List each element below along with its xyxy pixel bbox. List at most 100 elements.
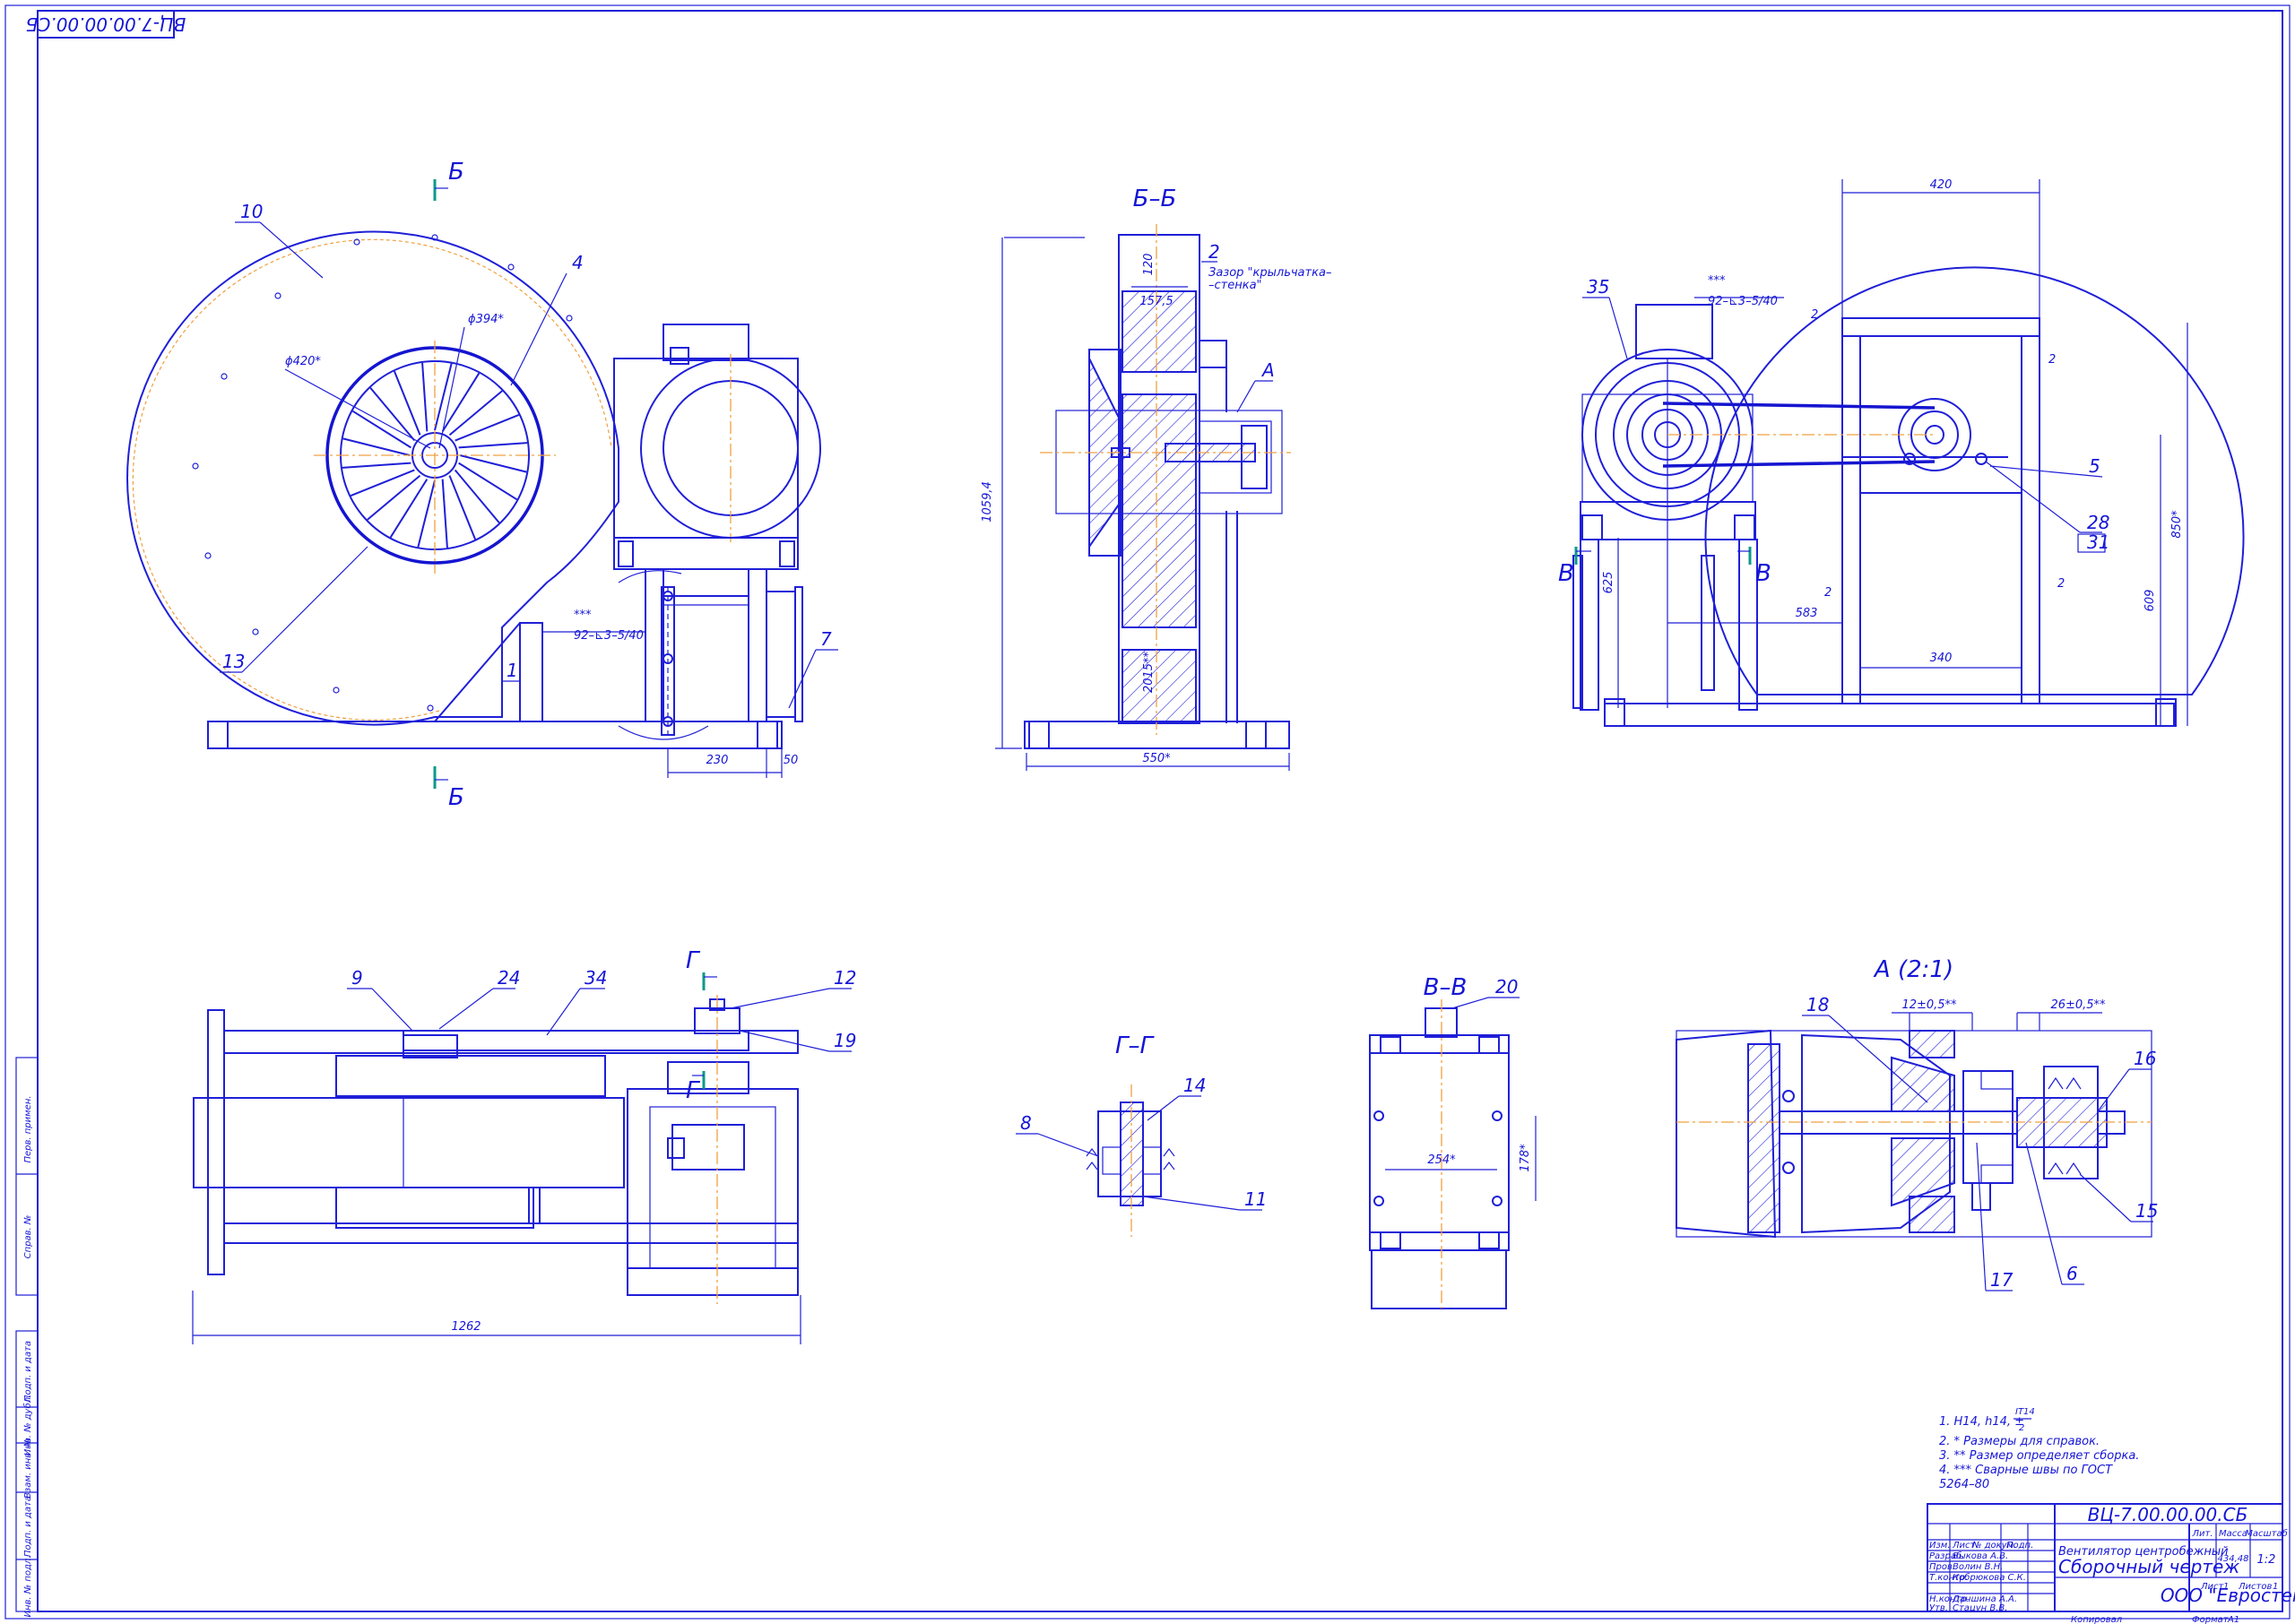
hdr-lit: Лит. (2191, 1529, 2213, 1539)
sheet-no: 1 (2223, 1582, 2229, 1592)
callout-24: 24 (498, 967, 520, 989)
dim-1262: 1262 (451, 1320, 481, 1334)
cut-g-bottom: Г (686, 1077, 701, 1104)
margin-stamp-2: Справ. № (23, 1215, 33, 1259)
note-2: 2. * Размеры для справок. (1939, 1435, 2100, 1448)
dim-157: 157,5 (1139, 295, 1173, 308)
margin-stamp-7: Инв. № подл. (23, 1556, 33, 1618)
impeller-blade (458, 442, 528, 449)
margin-stamp-1: Перв. примен. (23, 1095, 33, 1162)
impeller-blade (369, 387, 416, 442)
callout-12: 12 (834, 967, 856, 989)
dim-12: 12±0,5** (1901, 998, 1957, 1012)
callout-18: 18 (1806, 994, 1829, 1015)
weld-spec-front: 92–⊾3–5/40 (574, 629, 644, 643)
callout-2-bb: 2 (1208, 241, 1220, 263)
dim-625: 625 (1602, 572, 1615, 594)
callout-20: 20 (1495, 976, 1518, 998)
weld-stars-front: *** (574, 609, 592, 622)
dim-phi420: ϕ420* (285, 355, 321, 368)
impeller-blade (448, 390, 503, 436)
impeller-blade (350, 469, 415, 497)
dim-550: 550* (1142, 752, 1171, 765)
front-view: 10 4 13 7 1 ϕ420* ϕ394* *** 92–⊾3–5/40 2… (126, 159, 838, 811)
callout-17: 17 (1990, 1269, 2014, 1291)
title-name-2: Сборочный чертеж (2058, 1556, 2239, 1577)
dim-850: 850* (2170, 510, 2184, 539)
note-3: 3. ** Размер определяет сборка. (1939, 1449, 2139, 1463)
section-vv-title: В–В (1424, 974, 1468, 1001)
section-gg-title: Г–Г (1115, 1032, 1155, 1059)
gap-note-1: Зазор "крыльчатка– (1208, 266, 1331, 280)
weld-stars-side: *** (1708, 274, 1726, 288)
dim-420-side: 420 (1930, 178, 1953, 192)
title-code: ВЦ-7.00.00.00.СБ (2088, 1504, 2248, 1525)
detail-a-title: А (2:1) (1873, 956, 1953, 983)
impeller-blade (448, 475, 477, 540)
tb-row3-name: Кобрюкова С.К. (1953, 1572, 2026, 1583)
dim-178: 178* (1519, 1144, 1532, 1172)
callout-10: 10 (240, 201, 263, 222)
mass-value: 434,48 (2218, 1554, 2249, 1564)
callout-34: 34 (585, 967, 607, 989)
margin-stamp-3: Подп. и дата (23, 1341, 33, 1402)
impeller-blade (393, 370, 421, 436)
dim-609: 609 (2143, 590, 2157, 612)
title-block: ВЦ-7.00.00.00.СБ Вентилятор центробежный… (1927, 1503, 2295, 1624)
weld-mark-2: 2 (2048, 353, 2056, 367)
cut-v-right: В (1755, 560, 1771, 587)
dim-120: 120 (1142, 254, 1156, 276)
top-view: 1262 9 24 34 12 19 Г Г (192, 947, 856, 1344)
dim-254: 254* (1427, 1153, 1456, 1167)
impeller-blade (441, 372, 481, 432)
dim-583: 583 (1796, 607, 1818, 620)
weld-mark-3: 2 (1824, 586, 1832, 600)
tb-row0-date: Подп. (2006, 1541, 2033, 1551)
tb-row5-name: Стацун В.В. (1953, 1603, 2007, 1613)
impeller-blade (389, 479, 429, 539)
section-bb-view: Б–Б 1059,4 550* 157,5 120 2015** 2 Зазор… (981, 186, 1331, 771)
section-bb-title: Б–Б (1133, 186, 1177, 212)
callout-35: 35 (1587, 276, 1609, 298)
margin-stamp-5: Взам. инв. № (23, 1438, 33, 1499)
impeller-blade (454, 469, 500, 523)
section-vv-view: В–В 254* 178* 20 (1369, 974, 1537, 1309)
dim-2015: 2015** (1142, 651, 1156, 693)
tb-row2-name: Волин В.Н. (1953, 1562, 2003, 1572)
callout-11: 11 (1244, 1188, 1267, 1210)
dim-phi394: ϕ394* (468, 313, 504, 326)
technical-notes: 1. H14, h14, ± IT14 2 2. * Размеры для с… (1939, 1407, 2139, 1491)
cut-v-left: В (1558, 560, 1574, 587)
gap-note-2: –стенка" (1208, 279, 1262, 292)
hdr-scale: Масштаб (2245, 1528, 2288, 1539)
assembly-drawing: ВЦ-7.00.00.00.СБ Перв. примен. Справ. № … (4, 4, 2295, 1624)
tb-row1-name: Быкова А.В. (1953, 1551, 2008, 1561)
impeller-blade (455, 413, 520, 442)
callout-5: 5 (2089, 455, 2100, 477)
impeller-blade (421, 362, 429, 432)
impeller-blade (351, 410, 411, 449)
cut-b-top: Б (448, 159, 464, 186)
margin-stamp-6: Подп. и дата (23, 1496, 33, 1557)
hdr-sheets: Листов (2238, 1582, 2272, 1592)
hdr-sheet: Лист (2200, 1582, 2225, 1592)
note-fraction-num: IT14 (2015, 1407, 2035, 1417)
impeller-blade (367, 474, 421, 521)
note-fraction-den: 2 (2019, 1423, 2024, 1433)
callout-14: 14 (1183, 1075, 1206, 1096)
impeller-blade (441, 479, 448, 549)
callout-7: 7 (820, 628, 832, 650)
callout-19: 19 (834, 1030, 856, 1051)
callout-16: 16 (2134, 1048, 2156, 1069)
section-gg-view: Г–Г 8 14 11 (1016, 1032, 1267, 1237)
dim-1059: 1059,4 (981, 481, 994, 523)
dim-230: 230 (706, 754, 729, 767)
cut-g-top: Г (686, 947, 701, 974)
hdr-mass: Масса (2219, 1529, 2247, 1539)
cut-b-bottom: Б (448, 784, 464, 811)
tb-row5-role: Утв. (1929, 1603, 1948, 1613)
weld-mark-4: 2 (2057, 577, 2065, 591)
mark-a: А (1260, 359, 1275, 381)
format-value: A1 (2227, 1615, 2239, 1624)
callout-8: 8 (1020, 1112, 1032, 1134)
